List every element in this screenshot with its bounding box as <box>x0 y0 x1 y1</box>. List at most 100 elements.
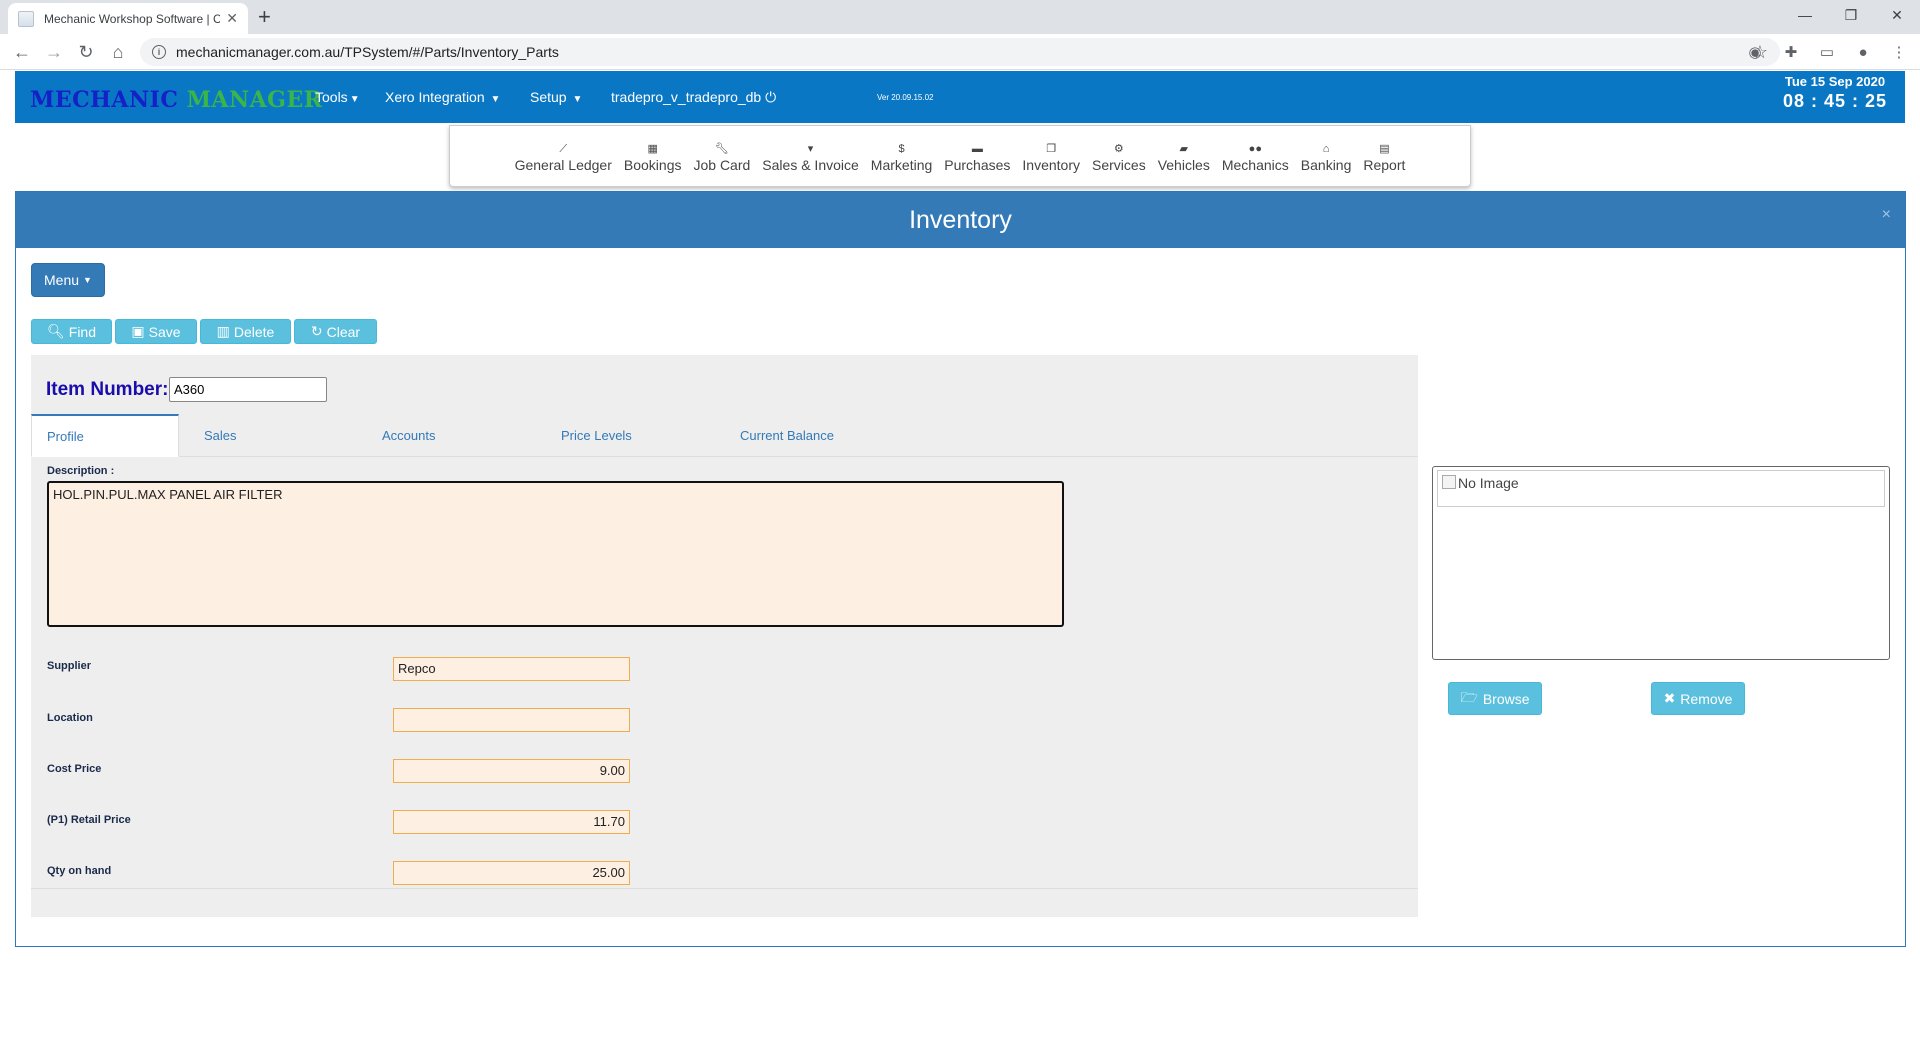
module-inventory[interactable]: ❐ Inventory <box>1016 125 1086 187</box>
menu-dropdown-button[interactable]: Menu ▼ <box>31 263 105 297</box>
module-services[interactable]: ⚙ Services <box>1086 125 1152 187</box>
module-marketing[interactable]: $ Marketing <box>865 125 938 187</box>
puzzle-icon[interactable]: ✚ <box>1780 40 1802 64</box>
location-field[interactable] <box>393 708 630 732</box>
qty-on-hand-field[interactable]: 25.00 <box>393 861 630 885</box>
close-tab-icon[interactable]: ✕ <box>226 10 238 27</box>
item-number-input[interactable] <box>169 377 327 402</box>
module-label: Job Card <box>693 157 751 173</box>
module-job-card[interactable]: 🔧︎ Job Card <box>687 125 756 187</box>
browser-tab[interactable]: Mechanic Workshop Software | C ✕ <box>8 3 248 34</box>
profile-avatar-icon[interactable]: ● <box>1852 40 1874 64</box>
window-controls: — ❐ ✕ <box>1782 0 1920 30</box>
nav-tools-label: Tools <box>315 89 348 105</box>
cost-price-field[interactable]: 9.00 <box>393 759 630 783</box>
nav-xero-integration[interactable]: Xero Integration ▼ <box>385 89 500 105</box>
current-time: 08 : 45 : 25 <box>1782 91 1887 111</box>
module-purchases[interactable]: ▬ Purchases <box>938 125 1016 187</box>
module-label: Banking <box>1300 157 1352 173</box>
save-label: Save <box>148 323 181 340</box>
nav-tools[interactable]: Tools ▼ <box>315 89 360 105</box>
browse-label: Browse <box>1482 690 1530 707</box>
qty-on-hand-value: 25.00 <box>592 865 625 880</box>
panel-close-icon[interactable]: × <box>1882 206 1891 224</box>
back-arrow-icon[interactable]: ← <box>10 40 34 64</box>
form-divider <box>31 888 1418 889</box>
module-bookings[interactable]: ▦ Bookings <box>618 125 688 187</box>
nav-xero-label: Xero Integration <box>385 89 485 105</box>
retail-price-field[interactable]: 11.70 <box>393 810 630 834</box>
module-report[interactable]: ▤ Report <box>1357 125 1411 187</box>
item-number-label: Item Number: <box>46 379 169 400</box>
chart-line-icon: ⟋ <box>559 143 568 155</box>
module-general-ledger[interactable]: ⟋ General Ledger <box>509 125 618 187</box>
module-vehicles[interactable]: ▰ Vehicles <box>1152 125 1216 187</box>
power-icon[interactable]: ⏻ <box>765 89 776 105</box>
reload-icon[interactable]: ↻ <box>74 40 98 64</box>
panel-title: Inventory <box>909 205 1012 234</box>
delete-button[interactable]: ▥ Delete <box>200 319 291 344</box>
restore-icon[interactable]: ❐ <box>1828 0 1874 30</box>
tab-price-levels[interactable]: Price Levels <box>546 414 647 457</box>
caret-down-icon: ▼ <box>349 94 360 105</box>
app-logo[interactable]: MECHANIC MANAGER <box>30 87 323 113</box>
inventory-form: Item Number: Profile Sales Accounts Pric… <box>31 355 1418 917</box>
module-sales-invoice[interactable]: ▾ Sales & Invoice <box>756 125 865 187</box>
tab-profile[interactable]: Profile <box>31 414 179 457</box>
clear-button[interactable]: ↻ Clear <box>294 319 377 344</box>
tab-current-balance[interactable]: Current Balance <box>725 414 849 457</box>
wrench-icon: 🔧︎ <box>714 143 729 155</box>
caret-down-icon: ▼ <box>490 94 501 105</box>
site-favicon-icon <box>18 10 34 27</box>
url-text: mechanicmanager.com.au/TPSystem/#/Parts/… <box>176 44 559 60</box>
form-tabs: Profile Sales Accounts Price Levels Curr… <box>31 414 1418 457</box>
retail-price-label: (P1) Retail Price <box>47 814 131 826</box>
version-label: Ver 20.09.15.02 <box>877 93 934 102</box>
browser-tab-title: Mechanic Workshop Software | C <box>44 11 221 26</box>
site-info-icon[interactable]: i <box>152 45 166 59</box>
new-tab-button[interactable]: + <box>258 4 271 30</box>
module-banking[interactable]: ⌂ Banking <box>1295 125 1358 187</box>
extension-icon[interactable]: ◉ <box>1744 40 1766 64</box>
clear-label: Clear <box>326 323 361 340</box>
broken-image-icon <box>1442 475 1456 489</box>
credit-card-icon: ▬ <box>971 143 983 155</box>
description-textarea[interactable]: HOL.PIN.PUL.MAX PANEL AIR FILTER <box>47 481 1064 627</box>
dollar-icon: $ <box>898 143 905 155</box>
cost-price-value: 9.00 <box>599 763 625 778</box>
caret-down-icon: ▼ <box>572 94 583 105</box>
kebab-menu-icon[interactable]: ⋮ <box>1888 40 1910 64</box>
refresh-icon: ↻ <box>310 323 323 339</box>
car-icon: ▰ <box>1179 143 1189 155</box>
qty-on-hand-label: Qty on hand <box>47 865 112 877</box>
remove-button[interactable]: ✖ Remove <box>1651 682 1745 715</box>
find-button[interactable]: 🔍︎ Find <box>31 319 112 344</box>
nav-setup[interactable]: Setup ▼ <box>530 89 582 105</box>
module-label: Marketing <box>870 157 933 173</box>
menu-label: Menu <box>44 272 80 288</box>
module-label: Vehicles <box>1157 157 1210 173</box>
module-bar: ⟋ General Ledger ▦ Bookings 🔧︎ Job Card … <box>449 125 1471 187</box>
minimize-icon[interactable]: — <box>1782 0 1828 30</box>
module-label: Sales & Invoice <box>762 157 859 173</box>
logo-text-mechanic: MECHANIC <box>30 87 179 113</box>
forward-arrow-icon[interactable]: → <box>42 40 66 64</box>
cogs-icon: ⚙ <box>1113 143 1124 155</box>
no-image-text: No Image <box>1458 475 1519 491</box>
database-logout[interactable]: tradepro_v_tradepro_db ⏻ <box>611 89 776 106</box>
tab-accounts[interactable]: Accounts <box>367 414 450 457</box>
module-label: Bookings <box>623 157 682 173</box>
supplier-field[interactable]: Repco <box>393 657 630 681</box>
save-button[interactable]: ▣ Save <box>115 319 197 344</box>
address-bar[interactable]: i mechanicmanager.com.au/TPSystem/#/Part… <box>140 38 1780 66</box>
cast-icon[interactable]: ▭ <box>1816 40 1838 64</box>
module-label: Services <box>1092 157 1146 173</box>
remove-label: Remove <box>1680 690 1733 707</box>
home-icon[interactable]: ⌂ <box>106 40 130 64</box>
browse-button[interactable]: 🗁︎ Browse <box>1448 682 1542 715</box>
retail-price-value: 11.70 <box>593 814 625 829</box>
module-mechanics[interactable]: ●● Mechanics <box>1216 125 1295 187</box>
tab-sales[interactable]: Sales <box>189 414 252 457</box>
close-window-icon[interactable]: ✕ <box>1874 0 1920 30</box>
cost-price-label: Cost Price <box>47 763 102 775</box>
